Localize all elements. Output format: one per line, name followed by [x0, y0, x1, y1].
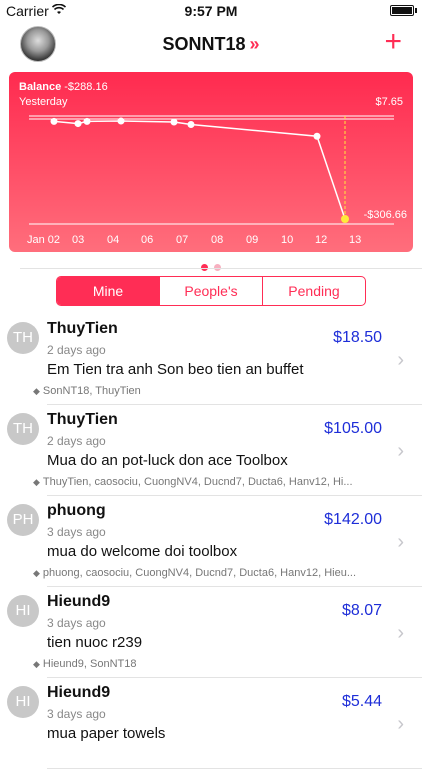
- participants-tags: ◆ Hieund9, SonNT18: [33, 658, 383, 670]
- x-tick-label: 13: [349, 234, 361, 246]
- segment-mine[interactable]: Mine: [57, 277, 160, 305]
- transaction-time: 3 days ago: [47, 525, 106, 539]
- participants-text: Hieund9, SonNT18: [42, 658, 137, 670]
- participants-tags: ◆ phuong, caosociu, CuongNV4, Ducnd7, Duc…: [33, 567, 383, 579]
- x-tick-label: 07: [176, 234, 188, 246]
- clock: 9:57 PM: [184, 3, 238, 19]
- battery-icon: [390, 5, 417, 16]
- payer-name: Hieund9: [47, 593, 111, 610]
- chevron-right-icon: ›: [397, 440, 404, 462]
- user-avatar: HI: [7, 595, 39, 627]
- participants-text: SonNT18, ThuyTien: [42, 385, 141, 397]
- user-avatar: TH: [7, 413, 39, 445]
- x-tick-label: 10: [281, 234, 293, 246]
- x-tick-label: 03: [72, 234, 84, 246]
- transaction-time: 2 days ago: [47, 434, 106, 448]
- payer-name: ThuyTien: [47, 411, 118, 428]
- double-chevron-icon: »: [249, 34, 260, 54]
- transaction-time: 3 days ago: [47, 616, 106, 630]
- transaction-row[interactable]: HI Hieund9 3 days ago tien nuoc r239 ◆ Hieund…: [0, 587, 422, 678]
- participants-tags: ◆ SonNT18, ThuyTien: [33, 385, 383, 397]
- transaction-description: mua do welcome doi toolbox: [47, 543, 238, 560]
- x-tick-label: 09: [246, 234, 258, 246]
- end-value-label: -$306.66: [363, 209, 407, 221]
- account-switcher[interactable]: SONNT18»: [0, 34, 422, 55]
- top-value-label: $7.65: [375, 96, 403, 108]
- transaction-description: mua paper towels: [47, 725, 166, 742]
- tag-icon: ◆: [33, 477, 40, 487]
- tag-icon: ◆: [33, 568, 40, 578]
- participants-text: phuong, caosociu, CuongNV4, Ducnd7, Duct…: [42, 567, 357, 579]
- tag-icon: ◆: [33, 659, 40, 669]
- chevron-right-icon: ›: [397, 713, 404, 735]
- status-bar: Carrier 9:57 PM: [0, 0, 422, 22]
- transaction-amount: $5.44: [341, 693, 382, 710]
- participants-text: ThuyTien, caosociu, CuongNV4, Ducnd7, Du…: [42, 476, 353, 488]
- data-point[interactable]: [74, 120, 82, 128]
- segment-peoples[interactable]: People's: [160, 277, 263, 305]
- divider: [20, 268, 422, 269]
- segment-pending[interactable]: Pending: [263, 277, 365, 305]
- x-tick-label: 08: [211, 234, 223, 246]
- transaction-row[interactable]: PH phuong 3 days ago mua do welcome doi too…: [0, 496, 422, 587]
- page-indicator: [0, 258, 422, 276]
- data-point[interactable]: [83, 117, 91, 125]
- data-point[interactable]: [170, 118, 178, 126]
- balance-label: Balance -$288.16: [19, 81, 108, 93]
- participants-tags: ◆ ThuyTien, caosociu, CuongNV4, Ducnd7, D…: [33, 476, 383, 488]
- add-transaction-button[interactable]: +: [384, 24, 402, 60]
- selected-data-point[interactable]: [341, 215, 349, 223]
- transaction-row[interactable]: TH ThuyTien 2 days ago Mua do an pot-luck d…: [0, 405, 422, 496]
- balance-chart-card[interactable]: Jan 02 03 04 06 07 08 09 10 12 13 Balance -$288.1…: [9, 72, 413, 252]
- transaction-list: TH ThuyTien 2 days ago Em Tien tra anh Son …: [0, 314, 422, 769]
- payer-name: Hieund9: [47, 684, 111, 701]
- data-point[interactable]: [50, 117, 58, 125]
- balance-chart: Jan 02 03 04 06 07 08 09 10 12 13: [27, 115, 394, 246]
- navigation-bar: SONNT18» +: [0, 24, 422, 64]
- data-point[interactable]: [117, 117, 125, 125]
- yesterday-label: Yesterday: [19, 96, 68, 108]
- chevron-right-icon: ›: [397, 622, 404, 644]
- balance-line: [53, 120, 346, 220]
- transaction-row[interactable]: HI Hieund9 3 days ago mua paper towels $5.44…: [0, 678, 422, 769]
- transaction-amount: $142.00: [324, 511, 382, 528]
- tag-icon: ◆: [33, 386, 40, 396]
- user-avatar: HI: [7, 686, 39, 718]
- user-avatar: PH: [7, 504, 39, 536]
- transaction-amount: $18.50: [333, 329, 382, 346]
- page-title: SONNT18: [162, 34, 246, 54]
- data-point[interactable]: [187, 121, 195, 129]
- transaction-description: tien nuoc r239: [47, 634, 143, 651]
- transaction-description: Mua do an pot-luck don ace Toolbox: [47, 452, 288, 469]
- payer-name: phuong: [47, 502, 106, 519]
- filter-segmented-control: Mine People's Pending: [56, 276, 366, 306]
- user-avatar: TH: [7, 322, 39, 354]
- transaction-time: 2 days ago: [47, 343, 106, 357]
- data-point[interactable]: [313, 132, 321, 140]
- transaction-amount: $105.00: [324, 420, 382, 437]
- transaction-amount: $8.07: [341, 602, 382, 619]
- x-tick-label: 12: [315, 234, 327, 246]
- chevron-right-icon: ›: [397, 531, 404, 553]
- transaction-time: 3 days ago: [47, 707, 106, 721]
- payer-name: ThuyTien: [47, 320, 118, 337]
- x-tick-label: 04: [107, 234, 119, 246]
- x-tick-label: Jan 02: [27, 234, 60, 246]
- chevron-right-icon: ›: [397, 349, 404, 371]
- transaction-description: Em Tien tra anh Son beo tien an buffet: [47, 361, 304, 378]
- transaction-row[interactable]: TH ThuyTien 2 days ago Em Tien tra anh Son …: [0, 314, 422, 405]
- x-tick-label: 06: [141, 234, 153, 246]
